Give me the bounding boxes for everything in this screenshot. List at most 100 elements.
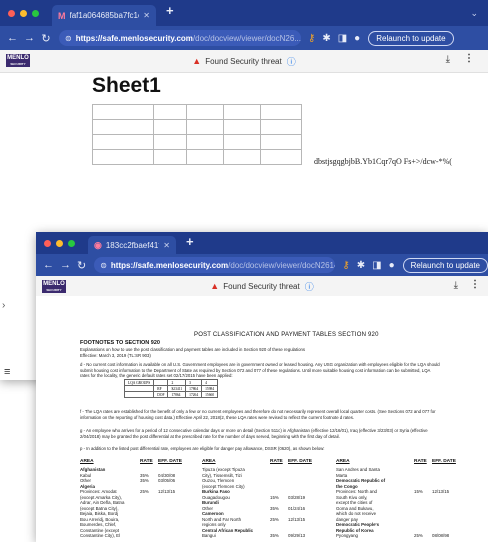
- new-tab-icon[interactable]: +: [166, 3, 174, 18]
- tab-close-icon[interactable]: ✕: [163, 241, 170, 250]
- profile-icon[interactable]: ●: [389, 260, 395, 271]
- maximize-window-button[interactable]: [32, 9, 39, 17]
- minimize-window-button[interactable]: [20, 9, 27, 17]
- window-controls: [8, 0, 39, 26]
- warning-triangle-icon: ▲: [192, 56, 202, 66]
- extensions-puzzle-icon[interactable]: ✱: [322, 33, 330, 44]
- url-field[interactable]: ⊜ https://safe.menlosecurity.com /doc/do…: [94, 257, 336, 273]
- reload-icon[interactable]: ↻: [77, 259, 86, 272]
- document-view: POST CLASSIFICATION AND PAYMENT TABLES S…: [36, 296, 488, 542]
- tab-favicon-icon: ◉: [94, 239, 102, 250]
- browser-tab[interactable]: ◉ 183cc2fbaef41fa040b53260 ✕: [88, 236, 176, 254]
- tab-title: 183cc2fbaef41fa040b53260: [105, 240, 159, 250]
- col3-area-header: AREA: [336, 459, 350, 464]
- menlo-toolbar: MENLO SECURITY ▲ Found Security threat ⓘ…: [36, 276, 488, 297]
- lqa-cell: 15660: [201, 391, 219, 398]
- rate-cell: 35%: [270, 505, 279, 511]
- date-cell: 01/24/16: [288, 505, 306, 511]
- extension-key-icon[interactable]: ⚷: [308, 33, 315, 44]
- close-window-button[interactable]: [44, 239, 51, 247]
- rate-cell: [140, 533, 149, 539]
- download-icon[interactable]: ⤓: [454, 280, 458, 291]
- sidebar-expand-icon[interactable]: ›: [2, 300, 5, 311]
- document-header: POST CLASSIFICATION AND PAYMENT TABLES S…: [194, 332, 379, 338]
- lqa-cell: 17264: [185, 391, 203, 398]
- rate-cell: 35%: [270, 533, 279, 538]
- date-cell: 12/13/15: [158, 489, 176, 494]
- spreadsheet-grid: [92, 104, 302, 165]
- rate-cell: 25%: [140, 489, 149, 494]
- threat-text: Found Security threat: [205, 56, 282, 66]
- relaunch-button[interactable]: Relaunch to update: [368, 30, 454, 46]
- address-bar: ← → ↻ ⊜ https://safe.menlosecurity.com /…: [36, 254, 488, 276]
- back-arrow-icon[interactable]: ←: [43, 259, 54, 271]
- lqa-cell: DOF: [153, 391, 169, 398]
- encoded-cell-text: dbstjsgqgbjbB.Yb1Cqr7qO Fs+>/dcw-*%(: [314, 157, 452, 166]
- date-cell: 03/05/06: [158, 478, 176, 483]
- browser-tab[interactable]: M faf1a064685ba7fc1cf951ba0c ✕: [52, 5, 156, 26]
- security-threat-notice: ▲ Found Security threat ⓘ: [0, 50, 488, 72]
- col3-rate-header: RATE: [414, 459, 427, 464]
- lqa-cell: [123, 391, 155, 398]
- note-p: p - In addition to the listed post diffe…: [80, 446, 325, 451]
- more-menu-icon[interactable]: ⋮: [470, 279, 480, 290]
- tab-title: faf1a064685ba7fc1cf951ba0c: [69, 11, 140, 20]
- col3-date-header: EFF. DATE: [432, 459, 456, 464]
- rate-cell: 15%: [270, 494, 279, 500]
- back-arrow-icon[interactable]: ←: [7, 32, 18, 44]
- rate-cell: 15%: [414, 489, 423, 494]
- sidepanel-icon[interactable]: ◨: [372, 260, 381, 271]
- intro-line-1: Explanations on how to use the post clas…: [80, 347, 306, 352]
- extension-key-icon[interactable]: ⚷: [342, 260, 349, 271]
- hamburger-menu-icon[interactable]: ≡: [4, 366, 10, 378]
- url-field[interactable]: ⊜ https://safe.menlosecurity.com /doc/do…: [59, 30, 301, 46]
- profile-icon[interactable]: ●: [354, 33, 360, 44]
- sidepanel-icon[interactable]: ◨: [338, 33, 347, 44]
- col1-rate-header: RATE: [140, 459, 153, 464]
- area-cell: Democratic Republic of: [336, 478, 386, 483]
- minimize-window-button[interactable]: [56, 239, 63, 247]
- col2-rate-header: RATE: [270, 459, 283, 464]
- note-f: f - The LQA rates are established for th…: [80, 409, 436, 420]
- tab-search-chevron-icon[interactable]: ⌄: [470, 8, 478, 19]
- date-cell: 12/13/15: [432, 489, 450, 494]
- reload-icon[interactable]: ↻: [41, 32, 51, 45]
- rate-cell: 35%: [140, 478, 149, 483]
- warning-triangle-icon: ▲: [210, 281, 220, 291]
- col3-rates: 15% 25%: [414, 467, 423, 539]
- tab-close-icon[interactable]: ✕: [143, 11, 150, 20]
- download-icon[interactable]: ⤓: [446, 54, 450, 65]
- date-cell: [158, 533, 175, 539]
- col2-area-header: AREA: [202, 459, 216, 464]
- info-icon[interactable]: ⓘ: [287, 55, 296, 68]
- url-host: https://safe.menlosecurity.com: [110, 260, 229, 270]
- col3-dates: 12/13/15 08/08/98: [432, 467, 449, 539]
- url-host: https://safe.menlosecurity.com: [75, 33, 193, 43]
- tab-bar: ◉ 183cc2fbaef41fa040b53260 ✕ +: [36, 232, 488, 254]
- info-icon[interactable]: ⓘ: [305, 280, 314, 293]
- date-cell: 08/08/98: [432, 533, 450, 538]
- forward-arrow-icon[interactable]: →: [60, 259, 71, 271]
- maximize-window-button[interactable]: [68, 239, 75, 247]
- relaunch-button[interactable]: Relaunch to update: [402, 257, 488, 273]
- area-cell: Bangui: [202, 533, 216, 538]
- area-cell: Democratic People's: [336, 522, 380, 527]
- close-window-button[interactable]: [8, 9, 15, 17]
- lqa-groups-table: LQA GROUPS 2 3 4 RF $23411 17864 15984 D…: [123, 379, 219, 398]
- area-cell: Pyongyang: [336, 533, 358, 538]
- url-path: /doc/docview/viewer/docN2614EA7041A4c3b4…: [228, 260, 335, 270]
- col2-dates: 03/28/19 01/24/16 12/13/15 09/29/13: [288, 467, 305, 539]
- new-tab-icon[interactable]: +: [186, 234, 194, 249]
- window-controls: [44, 232, 75, 254]
- sheet-title: Sheet1: [92, 74, 161, 97]
- forward-arrow-icon[interactable]: →: [24, 32, 35, 44]
- site-info-icon[interactable]: ⊜: [100, 261, 107, 270]
- browser-window-front: ◉ 183cc2fbaef41fa040b53260 ✕ + ← → ↻ ⊜ h…: [36, 232, 488, 542]
- extensions-puzzle-icon[interactable]: ✱: [357, 260, 365, 271]
- more-menu-icon[interactable]: ⋮: [464, 53, 474, 64]
- footnotes-title: FOOTNOTES TO SECTION 920: [80, 340, 160, 346]
- site-info-icon[interactable]: ⊜: [65, 34, 72, 43]
- rate-cell: 25%: [270, 516, 279, 522]
- rate-cell: 25%: [414, 533, 423, 538]
- area-cell: San Andres and Santa: [336, 467, 380, 472]
